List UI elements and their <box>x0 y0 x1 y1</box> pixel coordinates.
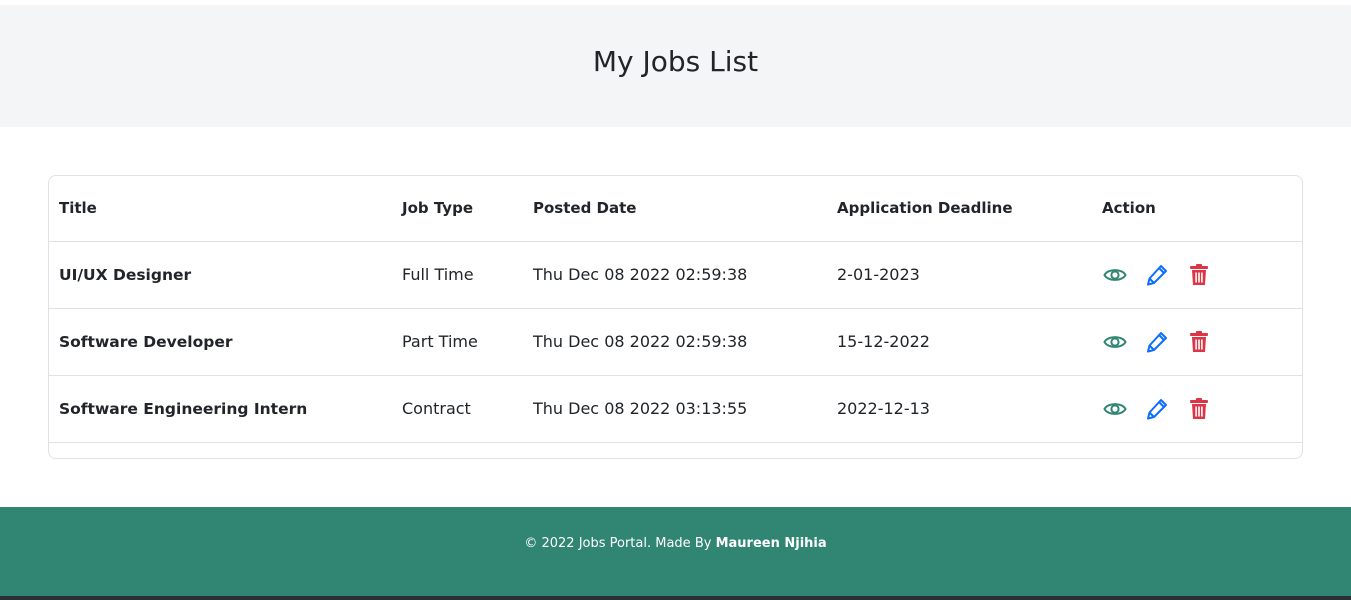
posted-date: Thu Dec 08 2022 03:13:55 <box>533 399 748 418</box>
page-header: My Jobs List <box>0 5 1351 127</box>
view-button[interactable] <box>1102 329 1128 355</box>
job-title: Software Developer <box>59 332 233 351</box>
column-header-title: Title <box>59 199 97 218</box>
column-header-posted-date: Posted Date <box>533 199 637 218</box>
action-cell <box>1092 241 1302 308</box>
application-deadline: 15-12-2022 <box>837 332 930 351</box>
edit-button[interactable] <box>1144 329 1170 355</box>
delete-button[interactable] <box>1186 329 1212 355</box>
delete-button[interactable] <box>1186 396 1212 422</box>
page-title: My Jobs List <box>592 44 759 78</box>
view-button[interactable] <box>1102 396 1128 422</box>
column-header-job-type: Job Type <box>402 199 473 218</box>
eye-icon <box>1103 268 1127 281</box>
application-deadline: 2022-12-13 <box>837 399 930 418</box>
bottom-strip <box>0 596 1351 600</box>
delete-button[interactable] <box>1186 262 1212 288</box>
posted-date: Thu Dec 08 2022 02:59:38 <box>533 332 748 351</box>
job-type: Part Time <box>402 332 478 351</box>
row-actions <box>1102 262 1292 288</box>
trash-icon <box>1190 330 1208 352</box>
job-type: Full Time <box>402 265 474 284</box>
row-actions <box>1102 329 1292 355</box>
action-cell <box>1092 375 1302 442</box>
edit-button[interactable] <box>1144 396 1170 422</box>
page-footer: © 2022 Jobs Portal. Made By Maureen Njih… <box>0 507 1351 596</box>
job-title: Software Engineering Intern <box>59 399 308 418</box>
table-row: UI/UX Designer Full Time Thu Dec 08 2022… <box>49 241 1302 308</box>
eye-icon <box>1103 402 1127 415</box>
footer-author: Maureen Njihia <box>715 535 827 551</box>
pencil-icon <box>1147 264 1167 285</box>
column-header-deadline: Application Deadline <box>837 199 1013 218</box>
column-header-action: Action <box>1102 199 1156 218</box>
trash-icon <box>1190 397 1208 419</box>
table-row: Software Engineering Intern Contract Thu… <box>49 375 1302 442</box>
jobs-table: Title Job Type Posted Date Application D… <box>49 176 1302 443</box>
table-row: Software Developer Part Time Thu Dec 08 … <box>49 308 1302 375</box>
jobs-table-card: Title Job Type Posted Date Application D… <box>48 175 1303 459</box>
pencil-icon <box>1147 398 1167 419</box>
table-header-row: Title Job Type Posted Date Application D… <box>49 176 1302 241</box>
job-title: UI/UX Designer <box>59 265 192 284</box>
application-deadline: 2-01-2023 <box>837 265 920 284</box>
action-cell <box>1092 308 1302 375</box>
pencil-icon <box>1147 331 1167 352</box>
posted-date: Thu Dec 08 2022 02:59:38 <box>533 265 748 284</box>
footer-copyright: © 2022 Jobs Portal. Made By <box>524 535 712 551</box>
edit-button[interactable] <box>1144 262 1170 288</box>
row-actions <box>1102 396 1292 422</box>
eye-icon <box>1103 335 1127 348</box>
footer-text: © 2022 Jobs Portal. Made By Maureen Njih… <box>524 536 826 551</box>
job-type: Contract <box>402 399 471 418</box>
trash-icon <box>1190 263 1208 285</box>
view-button[interactable] <box>1102 262 1128 288</box>
